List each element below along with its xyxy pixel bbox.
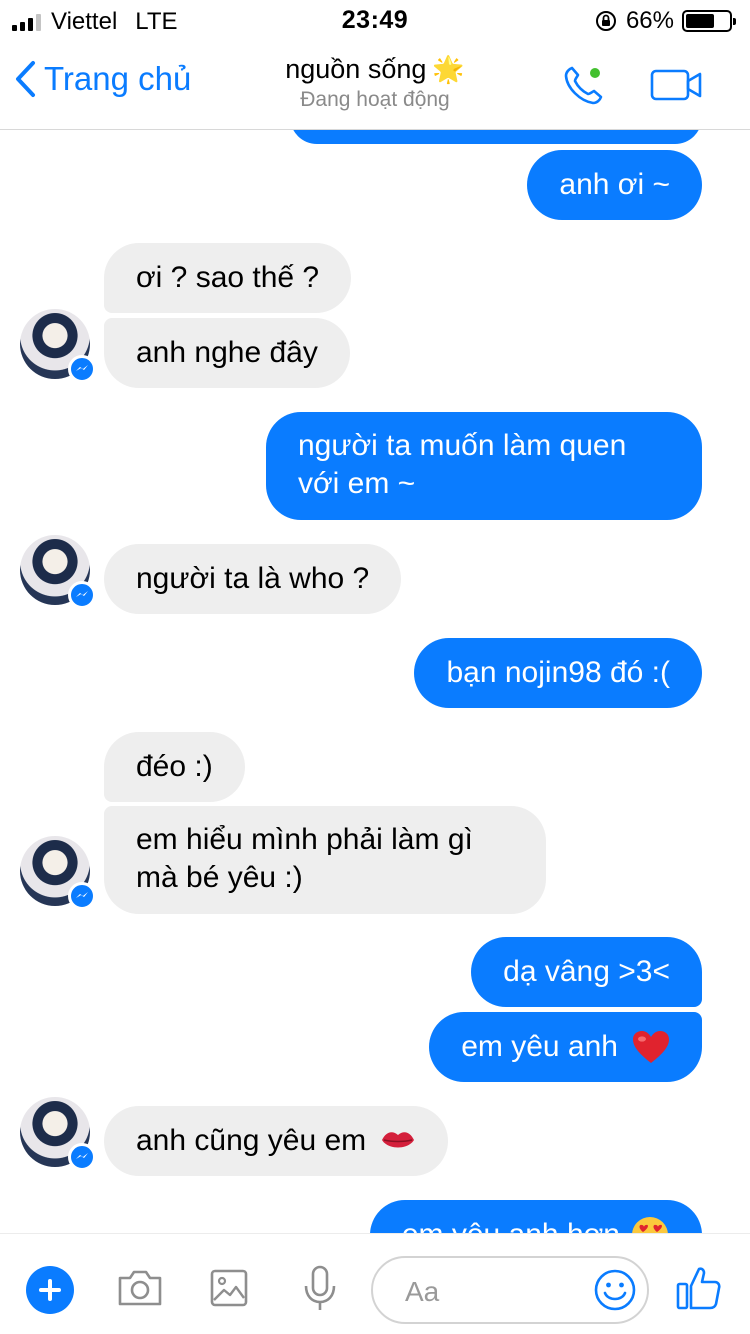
presence-status: Đang hoạt động bbox=[300, 88, 450, 111]
message-text: người ta muốn làm quen với em ~ bbox=[298, 429, 627, 500]
orientation-lock-icon bbox=[595, 11, 616, 31]
contact-name: nguồn sống bbox=[285, 54, 427, 84]
conversation-header: Trang chủ nguồn sống 🌟 Đang hoạt động bbox=[0, 40, 750, 130]
message-text: em yêu anh hơn bbox=[402, 1216, 620, 1233]
message-text: em hiểu mình phải làm gì mà bé yêu :) bbox=[136, 823, 473, 894]
red-heart-icon bbox=[633, 1031, 669, 1063]
message-text: người ta là who ? bbox=[136, 562, 370, 595]
status-bar: Viettel LTE 23:49 66% bbox=[0, 0, 750, 40]
contact-title[interactable]: nguồn sống 🌟 Đang hoạt động bbox=[0, 54, 750, 112]
contact-avatar[interactable] bbox=[20, 1097, 96, 1171]
message-text: ơi ? sao thế ? bbox=[136, 261, 320, 294]
photo-icon[interactable] bbox=[210, 1268, 248, 1308]
message-bubble-partial bbox=[290, 130, 702, 144]
emoji-icon[interactable] bbox=[593, 1268, 637, 1312]
message-bubble[interactable]: em yêu anh hơn bbox=[369, 1200, 702, 1233]
contact-avatar[interactable] bbox=[20, 309, 96, 383]
message-bubble[interactable]: anh ơi ~ bbox=[527, 150, 702, 220]
battery-percent: 66% bbox=[625, 7, 674, 34]
composer-bar: Aa bbox=[0, 1233, 750, 1334]
message-input-placeholder: Aa bbox=[405, 1276, 440, 1307]
message-text: anh ơi ~ bbox=[559, 168, 670, 201]
status-right: 66% bbox=[594, 7, 736, 35]
plus-icon[interactable] bbox=[26, 1266, 74, 1314]
message-bubble[interactable]: người ta là who ? bbox=[104, 544, 402, 614]
message-bubble[interactable]: người ta muốn làm quen với em ~ bbox=[266, 412, 702, 520]
voice-call-button[interactable] bbox=[560, 62, 608, 110]
message-input[interactable]: Aa bbox=[371, 1256, 649, 1324]
messenger-badge-icon bbox=[68, 1143, 96, 1171]
message-bubble[interactable]: bạn nojin98 đó :( bbox=[414, 638, 702, 708]
message-bubble[interactable]: anh nghe đây bbox=[104, 318, 350, 388]
message-text: đéo :) bbox=[136, 750, 213, 783]
message-thread[interactable]: anh ơi ~ ơi ? sao thế ? anh nghe đây ngư… bbox=[0, 130, 750, 1233]
message-bubble[interactable]: em yêu anh bbox=[429, 1012, 702, 1082]
battery-icon bbox=[682, 10, 736, 32]
video-call-icon bbox=[650, 69, 702, 101]
phone-icon bbox=[564, 66, 603, 105]
video-call-button[interactable] bbox=[650, 68, 704, 102]
online-indicator bbox=[590, 68, 600, 78]
message-bubble[interactable]: dạ vâng >3< bbox=[471, 937, 702, 1007]
message-bubble[interactable]: em hiểu mình phải làm gì mà bé yêu :) bbox=[104, 806, 546, 914]
messenger-badge-icon bbox=[68, 355, 96, 383]
message-text: anh nghe đây bbox=[136, 336, 318, 369]
thumbs-up-icon[interactable] bbox=[676, 1264, 722, 1310]
messenger-badge-icon bbox=[68, 581, 96, 609]
message-text: bạn nojin98 đó :( bbox=[446, 656, 670, 689]
message-text: em yêu anh bbox=[461, 1030, 618, 1063]
camera-icon[interactable] bbox=[116, 1268, 164, 1308]
kiss-mark-icon bbox=[382, 1132, 415, 1148]
contact-avatar[interactable] bbox=[20, 535, 96, 609]
contact-avatar[interactable] bbox=[20, 836, 96, 910]
message-bubble[interactable]: anh cũng yêu em bbox=[104, 1106, 449, 1176]
heart-eyes-icon bbox=[632, 1217, 668, 1233]
message-bubble[interactable]: đéo :) bbox=[104, 732, 245, 802]
message-bubble[interactable]: ơi ? sao thế ? bbox=[104, 243, 352, 313]
message-text: dạ vâng >3< bbox=[503, 955, 670, 988]
glowing-star-icon: 🌟 bbox=[432, 54, 465, 84]
microphone-icon[interactable] bbox=[300, 1264, 340, 1314]
message-text: anh cũng yêu em bbox=[136, 1124, 367, 1157]
messenger-badge-icon bbox=[68, 882, 96, 910]
